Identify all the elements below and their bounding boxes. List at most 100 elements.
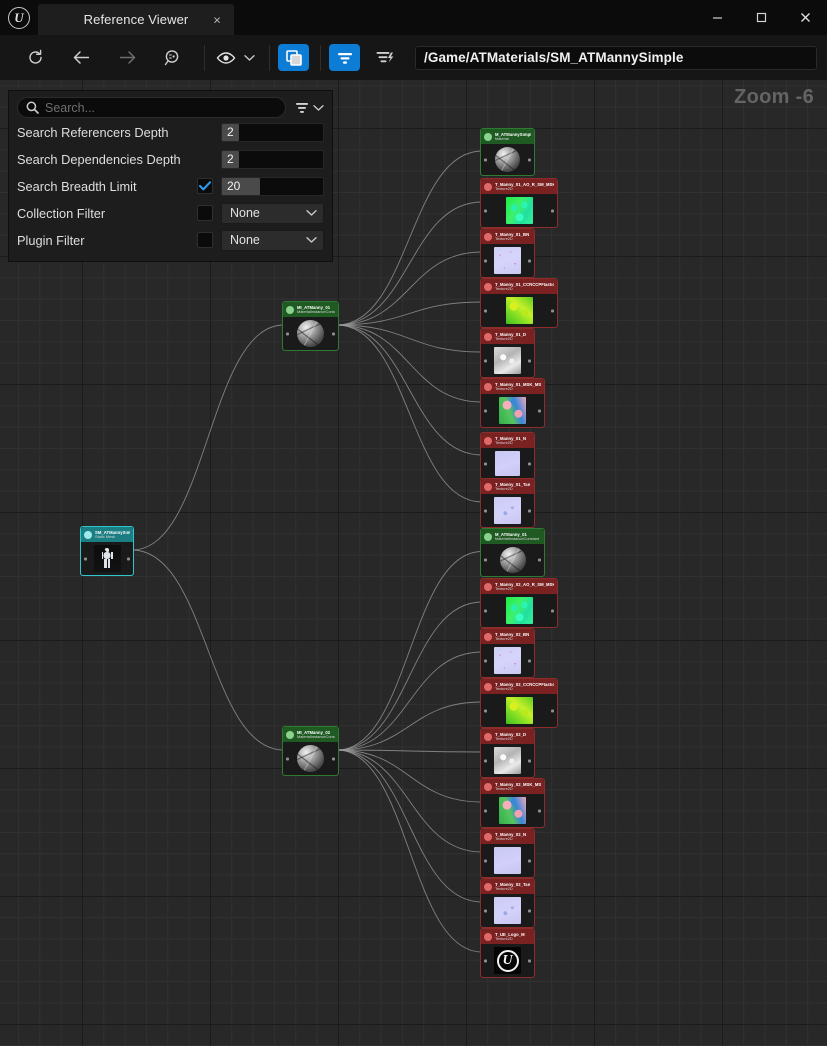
filter-row-label: Plugin Filter <box>17 232 85 248</box>
node-output-pin[interactable] <box>538 409 541 412</box>
node-input-pin[interactable] <box>286 757 289 760</box>
node-output-pin[interactable] <box>528 909 531 912</box>
tab-reference-viewer[interactable]: Reference Viewer × <box>38 4 234 35</box>
node-input-pin[interactable] <box>484 462 487 465</box>
node-output-pin[interactable] <box>538 809 541 812</box>
graph-node[interactable]: T_Manny_02_CCRCCPFlastic_MSKTexture2D <box>480 678 558 728</box>
node-input-pin[interactable] <box>484 309 487 312</box>
graph-node[interactable]: T_Manny_01_D Texture2D <box>480 328 535 378</box>
graph-node[interactable]: SM_ATMannySimpleStatic Mesh <box>80 526 134 576</box>
node-input-pin[interactable] <box>484 909 487 912</box>
node-input-pin[interactable] <box>484 859 487 862</box>
asset-path-field[interactable]: /Game/ATMaterials/SM_ATMannySimple <box>415 45 817 70</box>
node-output-pin[interactable] <box>551 209 554 212</box>
node-output-pin[interactable] <box>332 332 335 335</box>
graph-node[interactable]: T_Manny_02_Tan Texture2D <box>480 878 535 928</box>
filter-number-input[interactable]: 20 <box>221 176 324 196</box>
unreal-engine-logo-icon[interactable]: U <box>0 0 38 35</box>
node-thumbnail <box>495 147 520 172</box>
node-input-pin[interactable] <box>286 332 289 335</box>
graph-node[interactable]: T_Manny_02_N Texture2D <box>480 828 535 878</box>
node-output-pin[interactable] <box>551 609 554 612</box>
graph-node[interactable]: T_Manny_01_N Texture2D <box>480 432 535 480</box>
eye-icon[interactable] <box>213 43 239 73</box>
node-output-pin[interactable] <box>528 659 531 662</box>
node-input-pin[interactable] <box>484 709 487 712</box>
node-input-pin[interactable] <box>84 557 87 560</box>
node-output-pin[interactable] <box>528 859 531 862</box>
node-type-icon <box>484 533 492 541</box>
refresh-icon[interactable] <box>18 43 52 73</box>
tab-close-icon[interactable]: × <box>210 13 224 26</box>
filter-toggle[interactable] <box>329 44 360 71</box>
graph-settings-icon[interactable] <box>369 44 400 71</box>
node-input-pin[interactable] <box>484 359 487 362</box>
filter-number-input[interactable]: 2 <box>221 122 324 142</box>
graph-node[interactable]: T_Manny_02_AO_R_SM_MSK Texture2D <box>480 578 558 628</box>
filter-select[interactable]: None <box>221 202 324 224</box>
graph-node[interactable]: M_ATMannySimple Material <box>480 128 535 176</box>
graph-node[interactable]: T_Manny_01_BN Texture2D <box>480 228 535 278</box>
texture-thumbnail <box>494 847 521 874</box>
graph-node[interactable]: M_ATManny_01 MaterialInstanceConstant <box>480 528 545 577</box>
node-output-pin[interactable] <box>332 757 335 760</box>
node-input-pin[interactable] <box>484 259 487 262</box>
ue-logo-glyph: U <box>8 6 30 29</box>
graph-node[interactable]: MI_ATManny_02MaterialInstanceConstant <box>282 726 339 776</box>
node-input-pin[interactable] <box>484 209 487 212</box>
filter-row-checkbox[interactable] <box>197 205 213 221</box>
node-output-pin[interactable] <box>127 557 130 560</box>
graph-node[interactable]: T_Manny_02_MSK_MSK Texture2D <box>480 778 545 828</box>
node-output-pin[interactable] <box>528 359 531 362</box>
minimize-icon[interactable] <box>695 0 739 35</box>
node-output-pin[interactable] <box>528 259 531 262</box>
ue-logo-texture-thumbnail: U <box>494 947 521 974</box>
close-icon[interactable] <box>783 0 827 35</box>
filter-select[interactable]: None <box>221 229 324 251</box>
node-output-pin[interactable] <box>528 959 531 962</box>
graph-node[interactable]: T_UE_Logo_M Texture2D U <box>480 928 535 978</box>
graph-node[interactable]: T_Manny_01_CCRCCPFlastic_MSKTexture2D <box>480 278 558 328</box>
graph-node[interactable]: T_Manny_01_Tan Texture2D <box>480 478 535 528</box>
forward-arrow-icon[interactable] <box>110 43 144 73</box>
chevron-down-icon[interactable] <box>241 43 257 73</box>
find-in-graph-icon[interactable] <box>156 43 190 73</box>
node-input-pin[interactable] <box>484 759 487 762</box>
node-output-pin[interactable] <box>551 709 554 712</box>
graph-edge <box>336 651 483 751</box>
node-input-pin[interactable] <box>484 158 487 161</box>
node-thumbnail <box>494 847 521 874</box>
material-sphere-thumbnail <box>297 745 324 772</box>
node-input-pin[interactable] <box>484 809 487 812</box>
node-input-pin[interactable] <box>484 959 487 962</box>
search-input[interactable]: Search... <box>17 97 286 118</box>
filter-row-checkbox[interactable] <box>197 232 213 248</box>
node-input-pin[interactable] <box>484 609 487 612</box>
node-input-pin[interactable] <box>484 659 487 662</box>
node-input-pin[interactable] <box>484 558 487 562</box>
node-input-pin[interactable] <box>484 409 487 412</box>
graph-node[interactable]: T_Manny_01_MSK_MSK Texture2D <box>480 378 545 428</box>
filter-number-value: 20 <box>222 177 260 195</box>
node-output-pin[interactable] <box>528 158 531 161</box>
panel-filter-button[interactable] <box>295 101 324 114</box>
graph-edge <box>336 749 483 903</box>
graph-node[interactable]: T_Manny_01_AO_R_SM_MSK Texture2D <box>480 178 558 228</box>
filter-row-checkbox[interactable] <box>197 178 213 194</box>
node-output-pin[interactable] <box>528 462 531 465</box>
maximize-icon[interactable] <box>739 0 783 35</box>
node-input-pin[interactable] <box>484 509 487 512</box>
graph-node[interactable]: MI_ATManny_01MaterialInstanceConstant <box>282 301 339 351</box>
node-output-pin[interactable] <box>528 509 531 512</box>
node-output-pin[interactable] <box>551 309 554 312</box>
filter-number-input[interactable]: 2 <box>221 149 324 169</box>
graph-canvas[interactable]: Zoom -6 SM_ATMannySimpleStatic MeshMI_AT… <box>0 80 827 1046</box>
graph-node[interactable]: T_Manny_02_D Texture2D <box>480 728 535 778</box>
node-body <box>481 394 544 427</box>
back-arrow-icon[interactable] <box>64 43 98 73</box>
show-duplicates-toggle[interactable] <box>278 44 309 71</box>
graph-node[interactable]: T_Manny_02_BN Texture2D <box>480 628 535 678</box>
node-output-pin[interactable] <box>538 558 541 562</box>
node-header-text: T_Manny_01_Tan Texture2D <box>495 483 530 492</box>
node-output-pin[interactable] <box>528 759 531 762</box>
